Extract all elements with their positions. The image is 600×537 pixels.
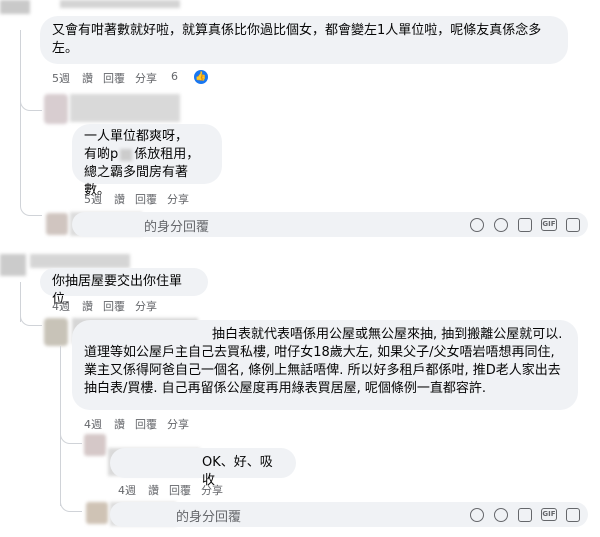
comment-4-text-line3: 業主又係得阿爸自己一個名, 條例上無話唔俾. 所以好多租戶都係咁, 推D老人家出… <box>84 363 561 378</box>
comment-3-time[interactable]: 4週 <box>52 298 70 314</box>
comment-4-like-button[interactable]: 讚 <box>114 416 125 432</box>
thread-connector <box>20 178 42 216</box>
comment-3-share-button[interactable]: 分享 <box>135 298 157 314</box>
comment-5-share-button[interactable]: 分享 <box>201 482 223 498</box>
comment-4-text-line1: 抽白表就代表唔係用公屋或無公屋來抽, 抽到搬離公屋就可以. <box>212 327 563 342</box>
thread-connector <box>20 95 42 111</box>
comment-4-actions: 4週 讚 回覆 分享 <box>84 416 189 432</box>
author-name-comment-1[interactable] <box>60 0 180 8</box>
sticker-icon[interactable] <box>566 508 580 522</box>
comment-3-like-button[interactable]: 讚 <box>82 298 93 314</box>
avatar-comment-1[interactable] <box>0 0 30 14</box>
author-name-comment-3[interactable] <box>30 254 130 268</box>
reply-box-1-avatar <box>46 213 68 235</box>
comment-1-reaction-count[interactable]: 6 <box>171 70 178 86</box>
comment-1-bubble: 又會有咁著數就好啦，就算真係比你過比個女，都會變左1人單位啦，呢條友真係念多 左… <box>40 16 568 64</box>
comment-5-time[interactable]: 4週 <box>118 482 136 498</box>
comment-2-text-line2: 有啲p 係放租用， <box>84 146 210 164</box>
comment-1-reply-button[interactable]: 回覆 <box>103 70 125 86</box>
comment-3-actions: 4週 讚 回覆 分享 <box>52 298 157 314</box>
comment-5-like-button[interactable]: 讚 <box>148 482 159 498</box>
comment-4-text-line4: 抽白表/買樓. 自己再留係公屋度再用綠表買居屋, 呢個條例一直都容許. <box>84 381 487 396</box>
comment-2-text-line1: 一人單位都爽呀， <box>84 129 189 144</box>
reply-box-1[interactable]: 的身分回覆 GIF <box>72 212 588 237</box>
comment-2-text-line2b: 係放租用， <box>134 147 200 162</box>
camera-icon[interactable] <box>518 508 532 522</box>
comment-2-share-button[interactable]: 分享 <box>167 191 189 207</box>
avatar-comment-4[interactable] <box>44 318 68 346</box>
camera-icon[interactable] <box>518 218 532 232</box>
redacted-block <box>120 148 133 161</box>
comment-1-time[interactable]: 5週 <box>52 70 70 86</box>
gif-icon[interactable]: GIF <box>541 218 557 231</box>
avatar-comment-5[interactable] <box>84 434 106 456</box>
comment-2-text-line2a: 有啲p <box>84 147 119 162</box>
comment-4-time[interactable]: 4週 <box>84 416 102 432</box>
comment-1-share-button[interactable]: 分享 <box>135 70 157 86</box>
emoji-icon[interactable] <box>470 218 484 232</box>
author-name-comment-2[interactable] <box>70 94 180 122</box>
comment-3-bubble: 你抽居屋要交出你住單位. <box>40 268 208 307</box>
avatar-comment-2[interactable] <box>44 94 68 124</box>
thread-connector <box>20 312 42 326</box>
reply-box-2-placeholder: 的身分回覆 <box>176 510 242 525</box>
thread-connector <box>60 496 82 512</box>
comment-4-reply-button[interactable]: 回覆 <box>135 416 157 432</box>
emoji-icon[interactable] <box>470 508 484 522</box>
comment-4-share-button[interactable]: 分享 <box>167 416 189 432</box>
like-reaction-icon[interactable]: 👍 <box>194 70 208 84</box>
comment-1-like-button[interactable]: 讚 <box>82 70 93 86</box>
reply-box-2-avatar <box>86 502 108 524</box>
comment-4-text-line2: 道理等如公屋戶主自己去買私樓, 咁仔女18歲大左, 如果父子/父女唔岩唔想再同住… <box>84 345 555 360</box>
comment-5-actions: 4週 讚 回覆 分享 <box>118 482 223 498</box>
sticker-icon[interactable] <box>566 218 580 232</box>
comment-5-bubble: OK、好、吸收 <box>110 448 296 488</box>
smiley-icon[interactable] <box>494 508 508 522</box>
comment-4-bubble: 抽白表就代表唔係用公屋或無公屋來抽, 抽到搬離公屋就可以. 道理等如公屋戶主自己… <box>72 320 578 410</box>
comment-2-like-button[interactable]: 讚 <box>114 191 125 207</box>
avatar-comment-3[interactable] <box>0 254 26 276</box>
smiley-icon[interactable] <box>494 218 508 232</box>
gif-icon[interactable]: GIF <box>541 508 557 521</box>
thread-connector <box>60 430 82 444</box>
comment-1-text-line2: 左。 <box>52 41 79 56</box>
comment-1-actions: 5週 讚 回覆 分享 6 <box>52 70 178 86</box>
reply-box-1-placeholder: 的身分回覆 <box>144 220 210 235</box>
comment-3-reply-button[interactable]: 回覆 <box>103 298 125 314</box>
comment-2-actions: 5週 讚 回覆 分享 <box>84 191 189 207</box>
comment-2-time[interactable]: 5週 <box>84 191 102 207</box>
reply-box-2[interactable]: 的身分回覆 GIF <box>110 502 588 527</box>
comment-2-reply-button[interactable]: 回覆 <box>135 191 157 207</box>
comment-5-reply-button[interactable]: 回覆 <box>169 482 191 498</box>
comment-1-text-line1: 又會有咁著數就好啦，就算真係比你過比個女，都會變左1人單位啦，呢條友真係念多 <box>52 23 542 38</box>
thread-line <box>60 346 61 506</box>
comment-2-bubble: 一人單位都爽呀， 有啲p 係放租用， 總之霸多間房有著數。 <box>72 124 222 198</box>
